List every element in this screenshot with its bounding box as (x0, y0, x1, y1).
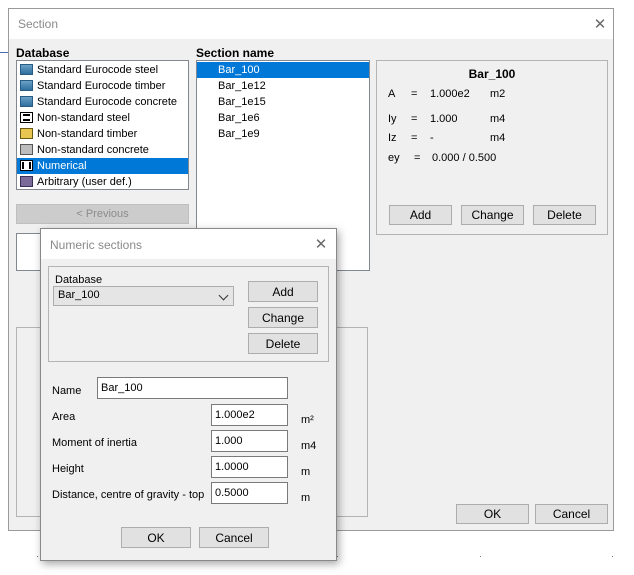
concrete-icon (20, 144, 33, 155)
dialog-database-label: Database (55, 274, 103, 286)
numeric-sections-dialog: Numeric sections ✕ Database Bar_100 Add … (40, 228, 337, 561)
properties-change-button[interactable]: Change (461, 205, 524, 225)
database-item-eurocode-timber[interactable]: Standard Eurocode timber (17, 78, 188, 94)
title-bar: Section ✕ (9, 9, 613, 39)
database-group: Database Bar_100 Add Change Delete (48, 266, 329, 362)
section-item[interactable]: Bar_1e9 (197, 126, 369, 142)
property-row-ey: ey = 0.000 / 0.500 (388, 152, 497, 164)
cancel-button[interactable]: Cancel (535, 504, 608, 524)
section-item[interactable]: Bar_100 (197, 62, 369, 78)
dialog-title-bar: Numeric sections ✕ (41, 229, 336, 259)
database-label: Database (16, 46, 70, 60)
eurocode-concrete-icon (20, 96, 33, 107)
distance-cog-top-label: Distance, centre of gravity - top (52, 489, 205, 501)
database-item-numerical[interactable]: Numerical (17, 158, 188, 174)
ok-button[interactable]: OK (456, 504, 529, 524)
dialog-add-button[interactable]: Add (248, 281, 318, 302)
arbitrary-section-icon (20, 176, 33, 187)
section-name-label: Section name (196, 46, 275, 60)
numerical-section-icon (20, 160, 33, 171)
close-icon[interactable]: ✕ (311, 234, 331, 254)
steel-profile-icon (20, 112, 33, 123)
dialog-ok-button[interactable]: OK (121, 527, 191, 548)
distance-cog-top-input[interactable] (211, 482, 288, 504)
moment-of-inertia-label: Moment of inertia (52, 437, 137, 449)
database-item-nonstandard-timber[interactable]: Non-standard timber (17, 126, 188, 142)
section-item[interactable]: Bar_1e6 (197, 110, 369, 126)
properties-add-button[interactable]: Add (389, 205, 452, 225)
database-item-nonstandard-steel[interactable]: Non-standard steel (17, 110, 188, 126)
timber-icon (20, 128, 33, 139)
properties-title: Bar_100 (468, 67, 516, 81)
database-list[interactable]: Standard Eurocode steel Standard Eurocod… (16, 60, 189, 190)
dotted-separator (612, 556, 613, 557)
height-unit: m (301, 466, 311, 478)
area-unit: m² (301, 414, 314, 426)
properties-panel: Bar_100 A = 1.000e2 m2 Iy = 1.000 m4 Iz … (376, 60, 608, 235)
area-label: Area (52, 411, 76, 423)
eurocode-timber-icon (20, 80, 33, 91)
section-item[interactable]: Bar_1e15 (197, 94, 369, 110)
name-label: Name (52, 385, 82, 397)
dialog-change-button[interactable]: Change (248, 307, 318, 328)
database-item-arbitrary[interactable]: Arbitrary (user def.) (17, 174, 188, 189)
property-row-area: A = 1.000e2 m2 (388, 88, 506, 100)
window-title: Section (18, 17, 59, 31)
previous-button[interactable]: < Previous (16, 204, 189, 224)
dialog-cancel-button[interactable]: Cancel (199, 527, 269, 548)
moment-of-inertia-unit: m4 (301, 440, 317, 452)
chevron-down-icon (218, 290, 229, 301)
name-input[interactable] (97, 377, 288, 399)
section-item[interactable]: Bar_1e12 (197, 78, 369, 94)
database-item-eurocode-steel[interactable]: Standard Eurocode steel (17, 62, 188, 78)
property-row-iz: Iz = - m4 (388, 132, 506, 144)
close-icon[interactable]: ✕ (590, 14, 610, 34)
dialog-delete-button[interactable]: Delete (248, 333, 318, 354)
database-item-nonstandard-concrete[interactable]: Non-standard concrete (17, 142, 188, 158)
properties-delete-button[interactable]: Delete (533, 205, 596, 225)
dotted-separator (37, 556, 38, 557)
property-row-iy: Iy = 1.000 m4 (388, 113, 506, 125)
database-item-eurocode-concrete[interactable]: Standard Eurocode concrete (17, 94, 188, 110)
area-input[interactable] (211, 404, 288, 426)
distance-cog-top-unit: m (301, 492, 311, 504)
moment-of-inertia-input[interactable] (211, 430, 288, 452)
height-input[interactable] (211, 456, 288, 478)
dotted-separator (480, 556, 481, 557)
dialog-title: Numeric sections (50, 238, 143, 252)
dotted-separator (337, 556, 338, 557)
database-dropdown[interactable]: Bar_100 (53, 286, 234, 306)
eurocode-steel-icon (20, 64, 33, 75)
height-label: Height (52, 463, 84, 475)
